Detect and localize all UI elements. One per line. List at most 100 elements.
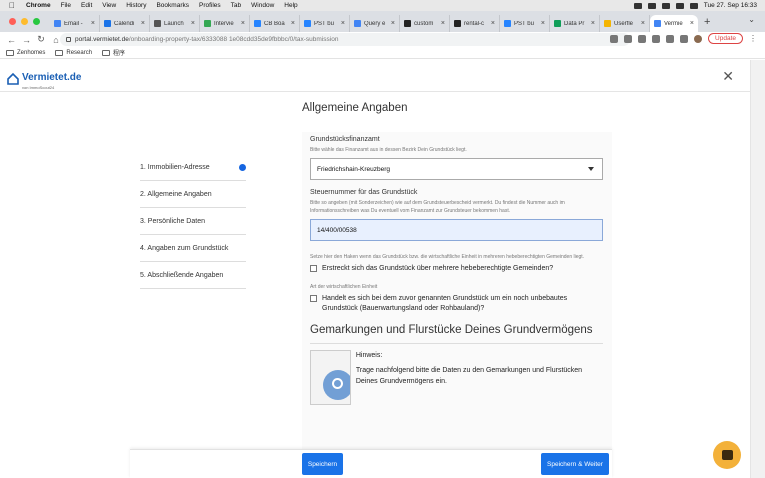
browser-tab[interactable]: rental-c ×	[450, 15, 500, 32]
browser-tab[interactable]: Email - ×	[50, 15, 100, 32]
forward-icon[interactable]: →	[22, 35, 31, 45]
step-item[interactable]: 1. Immobilien-Adresse	[140, 154, 246, 181]
tab-close-icon[interactable]: ×	[391, 20, 395, 27]
tab-label: Intervie	[214, 20, 234, 27]
menu-window[interactable]: Window	[251, 2, 274, 9]
tab-close-icon[interactable]: ×	[341, 20, 345, 27]
tab-close-icon[interactable]: ×	[641, 20, 645, 27]
finanzamt-select[interactable]: Friedrichshain-Kreuzberg	[310, 158, 603, 180]
zoom-window-button[interactable]	[33, 18, 40, 25]
menubar-datetime[interactable]: Tue 27. Sep 16:33	[704, 2, 757, 9]
menu-help[interactable]: Help	[284, 2, 297, 9]
tab-favicon-icon	[54, 20, 61, 27]
steuernummer-input[interactable]: 14/400/00538	[310, 219, 603, 241]
new-tab-button[interactable]: +	[704, 16, 710, 28]
menu-dots-icon[interactable]: ⋮	[749, 34, 757, 43]
sidebar-icon[interactable]	[680, 34, 689, 43]
bookmark-label: 程序	[113, 51, 126, 57]
logo-text: Vermietet.de	[22, 72, 82, 83]
address-bar[interactable]: portal.vermietet.de/onboarding-property-…	[60, 33, 630, 46]
tab-close-icon[interactable]: ×	[191, 20, 195, 27]
browser-tab[interactable]: Vermie ×	[650, 15, 698, 32]
wifi-icon[interactable]	[675, 2, 684, 9]
unbebaut-row[interactable]: Handelt es sich bei dem zuvor genannten …	[310, 294, 604, 314]
share-icon[interactable]	[624, 34, 633, 43]
page-scrollbar[interactable]	[750, 60, 765, 478]
menu-history[interactable]: History	[126, 2, 146, 9]
save-button[interactable]: Speichern	[302, 453, 343, 475]
tab-close-icon[interactable]: ×	[291, 20, 295, 27]
puzzle-icon[interactable]	[666, 34, 675, 43]
tab-close-icon[interactable]: ×	[541, 20, 545, 27]
search-icon[interactable]	[689, 2, 698, 9]
browser-tab[interactable]: CB Boa ×	[250, 15, 300, 32]
unbebaut-checkbox[interactable]	[310, 295, 317, 302]
menu-file[interactable]: File	[61, 2, 71, 9]
tab-close-icon[interactable]: ×	[491, 20, 495, 27]
tab-close-icon[interactable]: ×	[241, 20, 245, 27]
step-item[interactable]: 4. Angaben zum Grundstück	[140, 235, 246, 262]
close-icon[interactable]: ✕	[722, 68, 734, 85]
tax-form: Grundstücksfinanzamt Bitte wähle das Fin…	[302, 132, 612, 450]
tab-close-icon[interactable]: ×	[690, 20, 694, 27]
folder-icon	[6, 49, 14, 56]
browser-tab[interactable]: Calendi ×	[100, 15, 150, 32]
art-einheit-hint: Art der wirtschaftlichen Einheit	[310, 284, 378, 290]
cloud-icon[interactable]	[647, 2, 656, 9]
browser-tab[interactable]: Launch ×	[150, 15, 200, 32]
profile-avatar[interactable]	[694, 34, 703, 43]
tab-close-icon[interactable]: ×	[591, 20, 595, 27]
menu-tab[interactable]: Tab	[231, 2, 241, 9]
mehrere-gemeinden-checkbox[interactable]	[310, 265, 317, 272]
tab-close-icon[interactable]: ×	[91, 20, 95, 27]
home-icon[interactable]: ⌂	[52, 35, 60, 45]
url-path: /onboarding-property-tax/6333088 1e08cdd…	[128, 36, 339, 43]
browser-tab[interactable]: Query e ×	[350, 15, 400, 32]
menu-view[interactable]: View	[102, 2, 116, 9]
browser-tab[interactable]: Intervie ×	[200, 15, 250, 32]
step-item[interactable]: 2. Allgemeine Angaben	[140, 181, 246, 208]
tab-search-icon[interactable]: ⌄	[748, 15, 755, 24]
close-window-button[interactable]	[9, 18, 16, 25]
steuernummer-hint: Bitte so angeben (mit Sonderzeichen) wie…	[310, 200, 565, 214]
browser-tab[interactable]: custom ×	[400, 15, 450, 32]
menu-edit[interactable]: Edit	[81, 2, 92, 9]
back-icon[interactable]: ←	[7, 35, 16, 45]
lock-icon[interactable]	[66, 37, 71, 42]
minimize-window-button[interactable]	[21, 18, 28, 25]
translate-icon[interactable]	[610, 34, 619, 43]
tab-favicon-icon	[654, 20, 661, 27]
browser-tab[interactable]: PST bu ×	[300, 15, 350, 32]
finanzamt-value: Friedrichshain-Kreuzberg	[317, 165, 390, 173]
star-icon[interactable]	[638, 34, 647, 43]
menu-chrome[interactable]: Chrome	[26, 2, 51, 9]
tab-label: PST bu	[514, 20, 534, 27]
tab-close-icon[interactable]: ×	[441, 20, 445, 27]
menu-bookmarks[interactable]: Bookmarks	[156, 2, 189, 9]
step-navigation: 1. Immobilien-Adresse 2. Allgemeine Angab…	[140, 154, 246, 289]
step-item[interactable]: 3. Persönliche Daten	[140, 208, 246, 235]
update-button[interactable]: Update	[708, 33, 743, 44]
browser-tab[interactable]: Data Pr ×	[550, 15, 600, 32]
hinweis-illustration	[310, 350, 351, 405]
save-next-button[interactable]: Speichern & Weiter	[541, 453, 609, 475]
extension-icon[interactable]	[652, 34, 661, 43]
chat-button[interactable]	[713, 441, 741, 469]
browser-tab[interactable]: Userfle ×	[600, 15, 650, 32]
reload-icon[interactable]: ↻	[37, 34, 45, 45]
browser-tab[interactable]: PST bu ×	[500, 15, 550, 32]
bookmark-chengxu[interactable]: 程序	[102, 48, 125, 57]
tab-label: Query e	[364, 20, 386, 27]
toolbar-actions: Update ⋮	[610, 33, 757, 44]
menu-profiles[interactable]: Profiles	[199, 2, 221, 9]
form-footer: Speichern Speichern & Weiter	[130, 449, 612, 478]
apple-icon[interactable]: 	[8, 1, 16, 10]
bookmark-research[interactable]: Research	[55, 49, 92, 56]
step-item[interactable]: 5. Abschließende Angaben	[140, 262, 246, 289]
vermietet-logo[interactable]: Vermietet.de von ImmoScout24	[6, 67, 81, 90]
bookmark-zenhomes[interactable]: Zenhomes	[6, 49, 45, 56]
battery-icon[interactable]	[661, 2, 670, 9]
mehrere-gemeinden-row[interactable]: Erstreckt sich das Grundstück über mehre…	[310, 264, 604, 274]
tab-close-icon[interactable]: ×	[141, 20, 145, 27]
status-icon[interactable]	[633, 2, 642, 9]
